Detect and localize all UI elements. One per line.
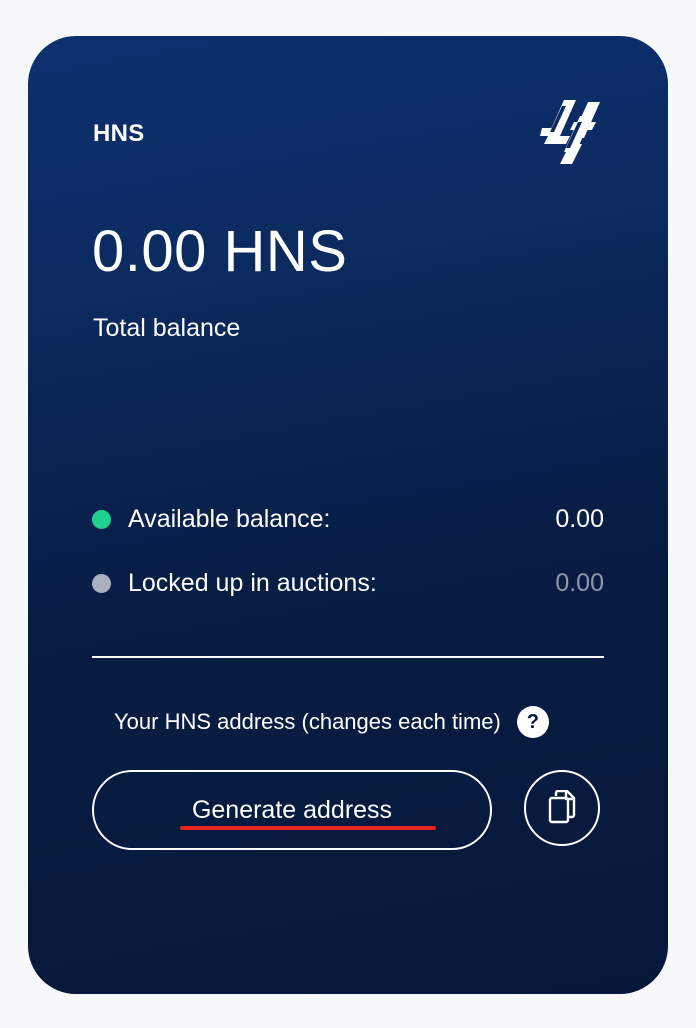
handshake-logo-icon [540,98,604,166]
total-balance-amount: 0.00 HNS [92,219,348,284]
generate-address-button[interactable]: Generate address [92,770,492,850]
generate-address-label: Generate address [191,795,393,824]
copy-address-button[interactable] [524,770,600,846]
question-mark-icon[interactable]: ? [516,706,549,738]
currency-ticker: HNS [93,120,145,147]
locked-balance-row: Locked up in auctions: 0.00 [92,563,604,603]
locked-status-dot [92,573,111,593]
wallet-card: HNS 0.00 HNS Total balance Available bal… [28,36,668,994]
locked-balance-value: 0.00 [555,568,604,597]
available-balance-value: 0.00 [555,504,604,533]
copy-icon [547,789,577,827]
available-balance-row: Available balance: 0.00 [92,499,604,539]
available-status-dot [92,509,111,529]
divider [92,656,604,658]
address-caption-row: Your HNS address (changes each time) ? [114,706,549,738]
annotation-underline [180,826,436,830]
available-balance-label: Available balance: [128,504,331,533]
address-caption: Your HNS address (changes each time) [114,709,501,734]
locked-balance-label: Locked up in auctions: [128,568,377,597]
total-balance-label: Total balance [93,314,241,342]
